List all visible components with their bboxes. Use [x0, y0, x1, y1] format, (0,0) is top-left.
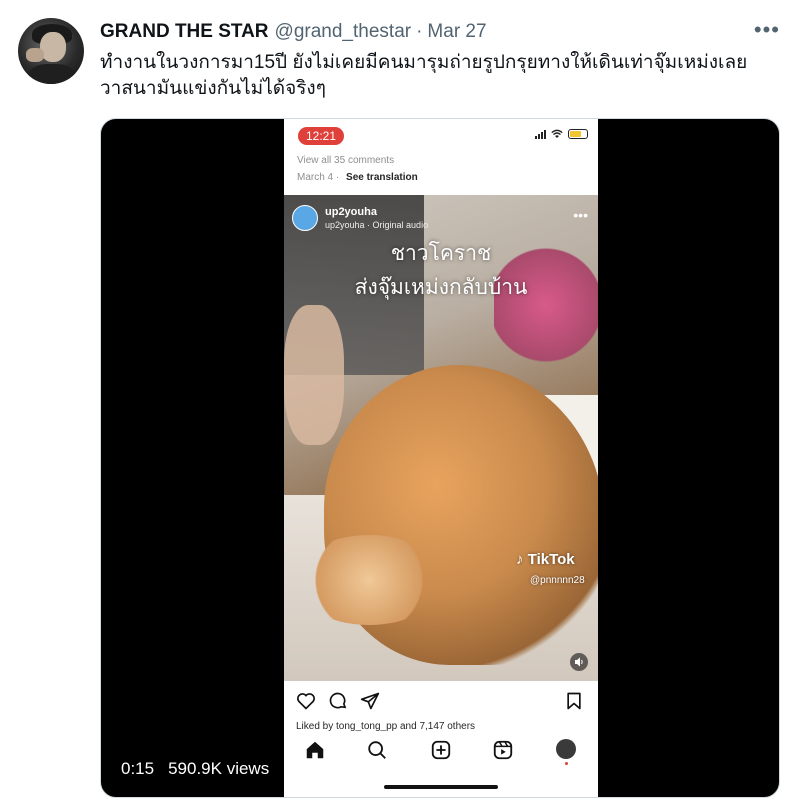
- video-stats-badge: 0:15 590.9K views: [113, 755, 278, 783]
- reel-caption-line2: ส่งจุ๊มเหม่งกลับบ้าน: [354, 276, 528, 299]
- post-meta: March 4 · See translation: [297, 172, 418, 183]
- video-player[interactable]: 12:21 View all 35 comments March 4 · See…: [100, 118, 780, 798]
- header-separator: ·: [416, 21, 423, 42]
- reel-username[interactable]: up2youha: [325, 206, 428, 219]
- tweet-text: ทำงานในวงการมา15ปี ยังไม่เคยมีคนมารุมถ่า…: [100, 52, 748, 99]
- avatar-body: [28, 64, 76, 84]
- video-views: 590.9K views: [168, 759, 270, 778]
- profile-avatar[interactable]: [556, 739, 576, 759]
- tiktok-note-icon: ♪: [516, 551, 524, 568]
- reel-hand: [284, 305, 344, 445]
- reel-audio[interactable]: up2youha · Original audio: [325, 219, 428, 231]
- reel-avatar[interactable]: [292, 205, 318, 231]
- post-meta-separator: ·: [335, 172, 340, 183]
- heart-icon[interactable]: [296, 691, 316, 711]
- view-comments-link[interactable]: View all 35 comments: [297, 155, 394, 166]
- home-icon[interactable]: [304, 739, 326, 761]
- tiktok-handle: @pnnnnn28: [530, 575, 585, 586]
- tiktok-watermark: ♪ TikTok: [516, 551, 575, 568]
- tweet-date[interactable]: Mar 27: [427, 21, 486, 43]
- more-dots-icon[interactable]: •••: [754, 17, 780, 43]
- search-icon[interactable]: [366, 739, 388, 761]
- author-avatar[interactable]: [18, 18, 84, 84]
- reel-more-icon[interactable]: •••: [573, 207, 588, 223]
- display-name[interactable]: GRAND THE STAR: [100, 21, 269, 43]
- avatar-hand: [26, 48, 44, 62]
- reel-caption-line1: ชาวโคราช: [390, 242, 492, 265]
- share-icon[interactable]: [360, 691, 380, 711]
- home-indicator: [384, 785, 498, 789]
- bookmark-icon[interactable]: [564, 691, 584, 711]
- speaker-icon[interactable]: [570, 653, 588, 671]
- reel-dog-muzzle: [294, 535, 444, 625]
- wifi-icon: [551, 129, 563, 138]
- see-translation-link[interactable]: See translation: [346, 172, 418, 183]
- instagram-nav: [284, 731, 598, 771]
- signal-icon: [535, 129, 546, 139]
- reel-video[interactable]: up2youha up2youha · Original audio ••• ช…: [284, 195, 598, 681]
- battery-icon: [568, 129, 588, 139]
- status-time: 12:21: [298, 127, 344, 145]
- tweet-header: GRAND THE STAR @grand_thestar · Mar 27 •…: [100, 17, 780, 45]
- tiktok-label: TikTok: [527, 551, 575, 568]
- status-bar: 12:21: [284, 119, 598, 151]
- user-handle[interactable]: @grand_thestar: [275, 21, 412, 43]
- post-actions: [284, 689, 598, 715]
- add-post-icon[interactable]: [430, 739, 452, 761]
- comment-icon[interactable]: [328, 691, 348, 711]
- reels-icon[interactable]: [492, 739, 514, 761]
- phone-screenshot: 12:21 View all 35 comments March 4 · See…: [284, 119, 598, 797]
- avatar-face: [40, 32, 66, 62]
- post-date: March 4: [297, 172, 334, 183]
- status-icons: [535, 129, 588, 139]
- notification-dot: [565, 762, 568, 765]
- video-duration: 0:15: [121, 759, 155, 778]
- reel-user[interactable]: up2youha up2youha · Original audio: [292, 205, 428, 231]
